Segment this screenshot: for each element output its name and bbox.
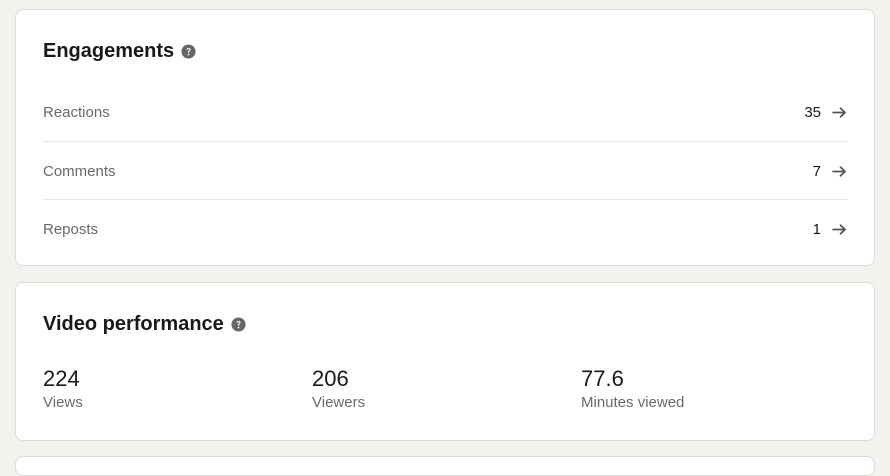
viewers-label: Viewers <box>312 394 366 411</box>
viewers-value: 206 <box>312 366 349 391</box>
minutes-viewed-value: 77.6 <box>581 366 624 391</box>
video-performance-heading: Video performance <box>43 313 246 336</box>
help-icon[interactable] <box>181 44 196 59</box>
arrow-right-icon[interactable] <box>831 163 848 180</box>
help-icon[interactable] <box>231 317 246 332</box>
engagements-title: Engagements <box>43 40 175 62</box>
views-label: Views <box>43 394 83 411</box>
engagements-heading: Engagements <box>43 40 196 63</box>
minutes-viewed-label: Minutes viewed <box>581 394 685 411</box>
arrow-right-icon[interactable] <box>831 221 848 238</box>
reactions-label: Reactions <box>43 103 110 121</box>
arrow-right-icon[interactable] <box>831 104 848 121</box>
comments-row[interactable]: Comments 7 <box>43 141 848 200</box>
reactions-row[interactable]: Reactions 35 <box>43 83 848 141</box>
viewers-metric: 206 Viewers <box>312 366 365 413</box>
reposts-count: 1 <box>812 220 821 238</box>
next-card <box>15 456 875 476</box>
video-performance-card: Video performance 224 Views 206 Viewers … <box>15 282 875 441</box>
reposts-row[interactable]: Reposts 1 <box>43 199 848 258</box>
comments-count: 7 <box>812 162 821 180</box>
comments-label: Comments <box>43 162 116 180</box>
views-metric: 224 Views <box>43 366 83 413</box>
video-performance-title: Video performance <box>43 313 224 335</box>
engagements-card: Engagements Reactions 35 Comments 7 Repo… <box>15 9 875 266</box>
reposts-label: Reposts <box>43 220 99 238</box>
reactions-count: 35 <box>804 103 821 121</box>
minutes-viewed-metric: 77.6 Minutes viewed <box>581 366 684 413</box>
views-value: 224 <box>43 366 80 391</box>
